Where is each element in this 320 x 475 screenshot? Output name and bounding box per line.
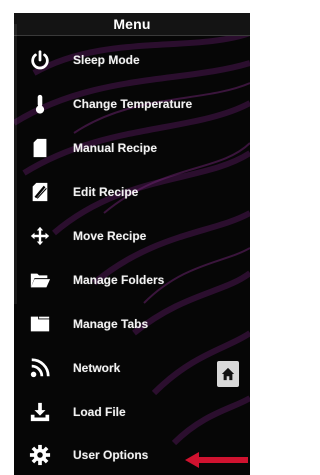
menu-item-edit-recipe[interactable]: Edit Recipe: [14, 172, 250, 212]
menu-item-label: User Options: [73, 448, 149, 462]
menu-title: Menu: [113, 16, 151, 32]
edit-document-icon: [28, 180, 52, 204]
menu-item-label: Manage Tabs: [73, 317, 149, 331]
folder-icon: [28, 268, 52, 292]
menu-item-manual-recipe[interactable]: Manual Recipe: [14, 128, 250, 168]
thermometer-icon: [28, 92, 52, 116]
menu-item-load-file[interactable]: Load File: [14, 392, 250, 432]
tabs-icon: [28, 312, 52, 336]
menu-item-label: Change Temperature: [73, 97, 193, 111]
menu-item-move-recipe[interactable]: Move Recipe: [14, 216, 250, 256]
menu-item-manage-folders[interactable]: Manage Folders: [14, 260, 250, 300]
menu-item-label: Manual Recipe: [73, 141, 158, 155]
menu-item-user-options[interactable]: User Options: [14, 435, 250, 475]
download-icon: [28, 400, 52, 424]
power-icon: [28, 48, 52, 72]
menu-item-sleep-mode[interactable]: Sleep Mode: [14, 40, 250, 80]
menu-item-label: Network: [73, 361, 121, 375]
screen: Menu Sleep Mode Change Temperature Manua…: [0, 0, 250, 475]
gear-icon: [28, 443, 52, 467]
menu-item-label: Load File: [73, 405, 126, 419]
menu-item-label: Move Recipe: [73, 229, 147, 243]
menu-item-change-temperature[interactable]: Change Temperature: [14, 84, 250, 124]
menu-item-label: Manage Folders: [73, 273, 165, 287]
menu-item-network[interactable]: Network: [14, 348, 250, 388]
menu-header: Menu: [14, 13, 250, 36]
menu-panel: Menu Sleep Mode Change Temperature Manua…: [14, 13, 250, 475]
scroll-track[interactable]: [14, 24, 17, 304]
menu-item-label: Edit Recipe: [73, 185, 139, 199]
home-button[interactable]: [217, 361, 239, 387]
move-arrows-icon: [28, 224, 52, 248]
document-icon: [28, 136, 52, 160]
wifi-rss-icon: [28, 356, 52, 380]
menu-item-manage-tabs[interactable]: Manage Tabs: [14, 304, 250, 344]
home-icon: [221, 367, 235, 381]
menu-item-label: Sleep Mode: [73, 53, 140, 67]
